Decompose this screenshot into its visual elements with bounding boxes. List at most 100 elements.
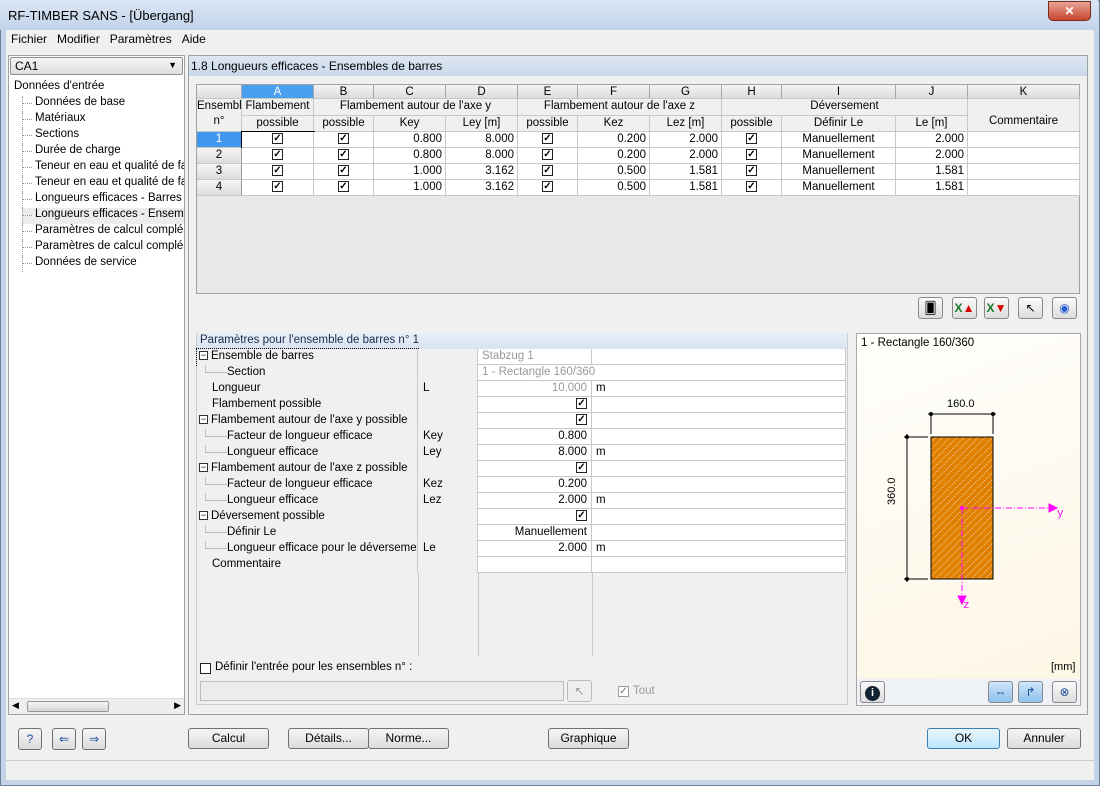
row-header[interactable]: 3: [197, 164, 242, 180]
checkbox[interactable]: ✓: [746, 149, 757, 160]
next-button[interactable]: ⇒: [82, 728, 106, 750]
collapse-icon[interactable]: −: [199, 351, 208, 360]
parameter-value[interactable]: ✓: [478, 509, 592, 525]
tree-item[interactable]: Sections: [22, 128, 184, 144]
column-header-e[interactable]: E: [518, 85, 578, 99]
menu-modifier[interactable]: Modifier: [52, 30, 105, 48]
parameter-value[interactable]: 10.000: [478, 381, 592, 397]
collapse-icon[interactable]: −: [199, 463, 208, 472]
tree-item[interactable]: Durée de charge: [22, 144, 184, 160]
define-sets-input[interactable]: [200, 681, 564, 701]
checkbox[interactable]: ✓: [576, 398, 587, 409]
all-checkbox[interactable]: ✓: [618, 686, 629, 697]
parameter-value[interactable]: ✓: [478, 413, 592, 429]
table-cell[interactable]: ✓: [314, 132, 374, 148]
table-cell[interactable]: ✓: [242, 132, 314, 148]
checkbox[interactable]: ✓: [576, 462, 587, 473]
norm-button[interactable]: Norme...: [368, 728, 449, 749]
checkbox[interactable]: ✓: [542, 181, 553, 192]
collapse-icon[interactable]: −: [199, 415, 208, 424]
table-cell[interactable]: Manuellement: [782, 164, 896, 180]
table-cell[interactable]: 0.500: [578, 164, 650, 180]
parameter-row[interactable]: Longueur efficace pour le déversementLe2…: [197, 541, 846, 557]
table-cell[interactable]: ✓: [518, 148, 578, 164]
table-cell[interactable]: ✓: [242, 148, 314, 164]
reset-view-button[interactable]: ⊗: [1052, 681, 1077, 703]
tree-item[interactable]: Paramètres de calcul complémentaires: [22, 240, 184, 256]
parameter-row[interactable]: Facteur de longueur efficaceKey0.800: [197, 429, 846, 445]
tree-item[interactable]: Paramètres de calcul complémentaires: [22, 224, 184, 240]
table-cell[interactable]: [968, 148, 1080, 164]
graphic-button[interactable]: Graphique: [548, 728, 629, 749]
parameter-value[interactable]: 2.000: [478, 493, 592, 509]
checkbox[interactable]: ✓: [272, 181, 283, 192]
table-cell[interactable]: 8.000: [446, 148, 518, 164]
table-cell[interactable]: Manuellement: [782, 148, 896, 164]
checkbox[interactable]: ✓: [338, 165, 349, 176]
table-cell[interactable]: 1.581: [650, 180, 722, 196]
axes-toggle-button[interactable]: ↱: [1018, 681, 1043, 703]
row-header[interactable]: 4: [197, 180, 242, 196]
table-cell[interactable]: ✓: [314, 180, 374, 196]
select-in-graphic-button[interactable]: ↖: [1018, 297, 1043, 319]
ok-button[interactable]: OK: [927, 728, 1000, 749]
menu-parametres[interactable]: Paramètres: [105, 30, 177, 48]
help-button[interactable]: ?: [18, 728, 42, 750]
info-button[interactable]: i: [860, 681, 885, 703]
details-button[interactable]: Détails...: [288, 728, 369, 749]
parameter-value[interactable]: ✓: [478, 461, 592, 477]
column-header-j[interactable]: J: [896, 85, 968, 99]
load-case-select[interactable]: CA1▼: [10, 57, 183, 75]
table-cell[interactable]: ✓: [518, 164, 578, 180]
table-cell[interactable]: 8.000: [446, 132, 518, 148]
table-cell[interactable]: 0.500: [578, 180, 650, 196]
scroll-left-icon[interactable]: ◀: [12, 700, 19, 711]
scroll-thumb[interactable]: [27, 701, 109, 712]
calc-button[interactable]: Calcul: [188, 728, 269, 749]
parameter-row[interactable]: LongueurL10.000m: [197, 381, 846, 397]
table-cell[interactable]: 0.800: [374, 148, 446, 164]
table-cell[interactable]: ✓: [518, 132, 578, 148]
table-cell[interactable]: ✓: [242, 164, 314, 180]
table-cell[interactable]: 0.200: [578, 132, 650, 148]
table-cell[interactable]: ✓: [314, 148, 374, 164]
parameter-row[interactable]: −Flambement autour de l'axe y possible✓: [197, 413, 846, 429]
tree-item[interactable]: Longueurs efficaces - Ensembles de barre…: [22, 208, 184, 224]
table-cell[interactable]: 1.581: [650, 164, 722, 180]
parameter-row[interactable]: −Flambement autour de l'axe z possible✓: [197, 461, 846, 477]
parameter-value[interactable]: 8.000: [478, 445, 592, 461]
tree-item[interactable]: Données de base: [22, 96, 184, 112]
checkbox[interactable]: ✓: [542, 133, 553, 144]
column-header-f[interactable]: F: [578, 85, 650, 99]
parameter-row[interactable]: −Déversement possible✓: [197, 509, 846, 525]
checkbox[interactable]: ✓: [338, 149, 349, 160]
table-cell[interactable]: 2.000: [896, 148, 968, 164]
scroll-right-icon[interactable]: ▶: [174, 700, 181, 711]
table-cell[interactable]: ✓: [722, 180, 782, 196]
table-cell[interactable]: ✓: [518, 180, 578, 196]
checkbox[interactable]: ✓: [576, 510, 587, 521]
pick-sets-button[interactable]: ↖: [567, 680, 592, 702]
column-header-a[interactable]: A: [242, 85, 314, 99]
table-cell[interactable]: ✓: [242, 180, 314, 196]
parameter-value[interactable]: Stabzug 1: [478, 349, 592, 365]
parameter-value[interactable]: Manuellement: [478, 525, 592, 541]
parameter-value[interactable]: 2.000: [478, 541, 592, 557]
checkbox[interactable]: ✓: [542, 149, 553, 160]
tree-item[interactable]: Longueurs efficaces - Barres: [22, 192, 184, 208]
table-cell[interactable]: ✓: [722, 164, 782, 180]
table-cell[interactable]: 2.000: [650, 132, 722, 148]
tree-root[interactable]: Données d'entrée: [14, 80, 104, 92]
column-header-b[interactable]: B: [314, 85, 374, 99]
table-cell[interactable]: 1.000: [374, 164, 446, 180]
parameter-row[interactable]: Longueur efficaceLez2.000m: [197, 493, 846, 509]
table-cell[interactable]: [968, 180, 1080, 196]
row-header[interactable]: 2: [197, 148, 242, 164]
checkbox[interactable]: ✓: [542, 165, 553, 176]
previous-button[interactable]: ⇐: [52, 728, 76, 750]
column-header-h[interactable]: H: [722, 85, 782, 99]
menu-fichier[interactable]: Fichier: [6, 30, 52, 48]
checkbox[interactable]: ✓: [338, 133, 349, 144]
parameter-row[interactable]: Commentaire: [197, 557, 846, 573]
parameter-row[interactable]: Longueur efficaceLey8.000m: [197, 445, 846, 461]
